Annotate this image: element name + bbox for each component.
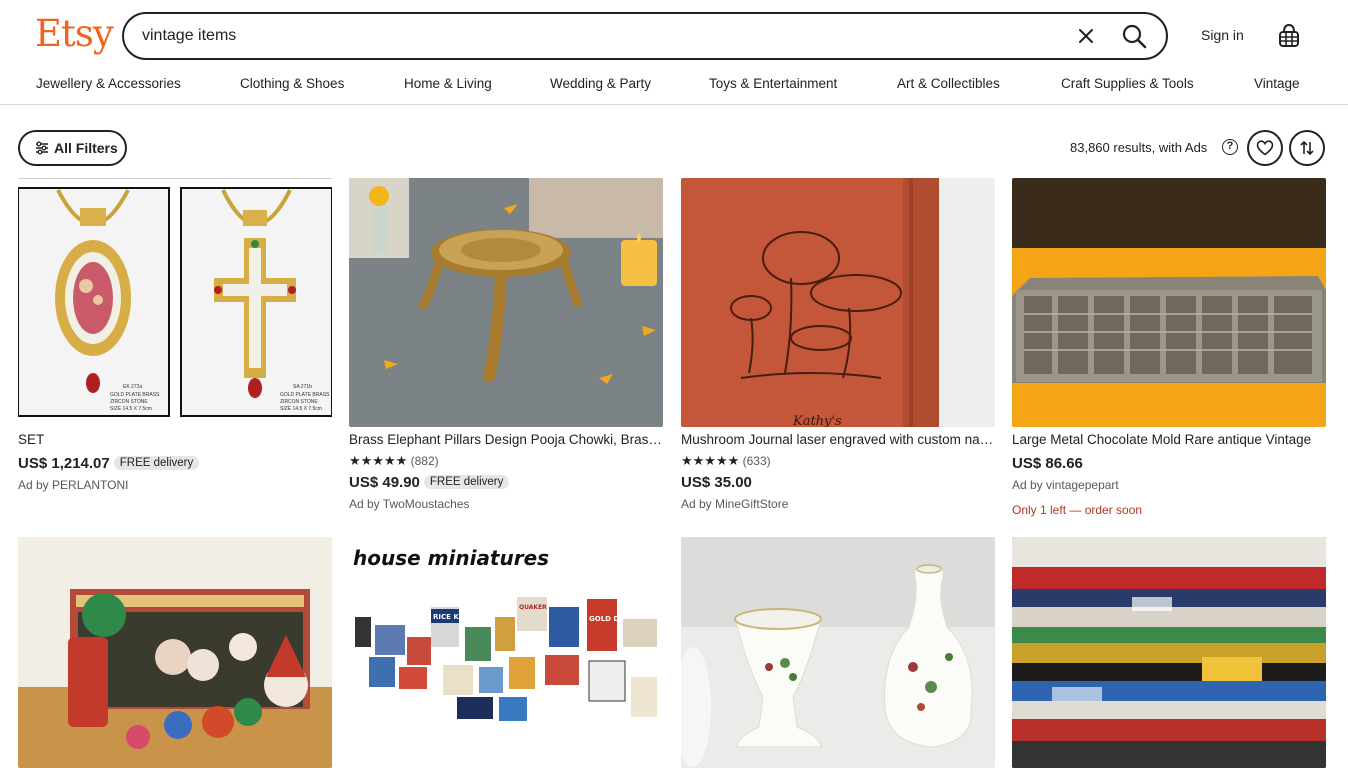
listing-card[interactable]: Large Metal Chocolate Mold Rare antique … xyxy=(1012,178,1326,518)
miniatures-caption: house miniatures xyxy=(353,546,549,570)
svg-text:ZIRCON STONE: ZIRCON STONE xyxy=(280,399,318,405)
listing-card[interactable]: Kathy's Mushroom Journal laser engraved … xyxy=(681,178,995,518)
stock-warning: Only 1 left — order soon xyxy=(1012,503,1143,517)
search-bar[interactable] xyxy=(122,12,1168,60)
category-nav: Jewellery & Accessories Clothing & Shoes… xyxy=(0,76,1348,98)
ad-by-shop[interactable]: Ad by MineGiftStore xyxy=(681,497,788,511)
listing-price: US$ 1,214.07 xyxy=(18,455,110,472)
site-header: Etsy Sign in Jewellery & Accessories Clo… xyxy=(0,0,1348,105)
listing-card[interactable]: house miniatures RICE KRISPIES QUAKER GO… xyxy=(349,537,663,768)
basket-icon[interactable] xyxy=(1277,23,1301,49)
box-label-quaker: QUAKER xyxy=(519,604,547,611)
listing-rating: ★★★★★ (633) xyxy=(681,453,771,469)
results-count: 83,860 results, with Ads xyxy=(1070,140,1208,155)
listing-image[interactable] xyxy=(681,537,995,768)
svg-text:Kathy's: Kathy's xyxy=(792,414,842,427)
help-icon[interactable]: ? xyxy=(1222,139,1238,155)
listing-card[interactable] xyxy=(681,537,995,768)
price-row: US$ 35.00 xyxy=(681,474,752,492)
sort-button[interactable] xyxy=(1289,130,1325,166)
category-link[interactable]: Craft Supplies & Tools xyxy=(1061,76,1194,91)
listing-image[interactable] xyxy=(349,178,663,427)
svg-text:EK 272a: EK 272a xyxy=(123,384,142,390)
price-row: US$ 1,214.07 FREE delivery xyxy=(18,455,200,473)
listing-image[interactable] xyxy=(1012,178,1326,427)
svg-text:GOLD PLATE BRASS: GOLD PLATE BRASS xyxy=(280,392,330,398)
price-row: US$ 49.90 FREE delivery xyxy=(349,474,510,492)
ad-by-shop[interactable]: Ad by PERLANTONI xyxy=(18,478,128,492)
svg-text:SA 271b: SA 271b xyxy=(293,384,312,390)
listing-card[interactable]: Brass Elephant Pillars Design Pooja Chow… xyxy=(349,178,663,518)
listing-title[interactable]: SET xyxy=(18,432,332,447)
all-filters-button[interactable]: All Filters xyxy=(18,130,127,166)
category-link[interactable]: Toys & Entertainment xyxy=(709,76,837,91)
favorite-search-button[interactable] xyxy=(1247,130,1283,166)
listing-image[interactable]: house miniatures RICE KRISPIES QUAKER GO… xyxy=(349,537,663,768)
free-delivery-badge: FREE delivery xyxy=(423,475,510,489)
category-link[interactable]: Jewellery & Accessories xyxy=(36,76,181,91)
filter-sliders-icon xyxy=(36,141,48,155)
category-link[interactable]: Art & Collectibles xyxy=(897,76,1000,91)
listing-image[interactable] xyxy=(18,537,332,768)
review-count: (633) xyxy=(742,454,771,468)
listing-title[interactable]: Large Metal Chocolate Mold Rare antique … xyxy=(1012,432,1326,447)
star-rating-icon: ★★★★★ xyxy=(681,453,740,468)
listing-image[interactable]: Kathy's xyxy=(681,178,995,427)
heart-icon xyxy=(1256,140,1274,156)
listing-card[interactable] xyxy=(1012,537,1326,768)
category-link[interactable]: Vintage xyxy=(1254,76,1300,91)
category-link[interactable]: Clothing & Shoes xyxy=(240,76,344,91)
ad-by-shop[interactable]: Ad by vintagepepart xyxy=(1012,478,1119,492)
listing-image[interactable]: EK 272a GOLD PLATE BRASS ZIRCON STONE SI… xyxy=(18,178,332,427)
all-filters-label: All Filters xyxy=(54,140,118,156)
category-link[interactable]: Home & Living xyxy=(404,76,492,91)
svg-text:GOLD PLATE BRASS: GOLD PLATE BRASS xyxy=(110,392,160,398)
listing-price: US$ 86.66 xyxy=(1012,455,1083,472)
listing-title[interactable]: Mushroom Journal laser engraved with cus… xyxy=(681,432,995,447)
sort-arrows-icon xyxy=(1300,140,1314,156)
star-rating-icon: ★★★★★ xyxy=(349,453,408,468)
sign-in-link[interactable]: Sign in xyxy=(1201,27,1244,43)
listing-card[interactable] xyxy=(18,537,332,768)
listing-title[interactable]: Brass Elephant Pillars Design Pooja Chow… xyxy=(349,432,663,447)
review-count: (882) xyxy=(410,454,439,468)
ad-by-shop[interactable]: Ad by TwoMoustaches xyxy=(349,497,470,511)
listing-card[interactable]: EK 272a GOLD PLATE BRASS ZIRCON STONE SI… xyxy=(18,178,332,518)
svg-text:SIZE 14.5 X 7.5cm: SIZE 14.5 X 7.5cm xyxy=(280,406,322,412)
box-label-rice: RICE KRISPIES xyxy=(433,613,489,621)
search-input[interactable] xyxy=(142,23,1042,49)
listing-price: US$ 35.00 xyxy=(681,474,752,491)
search-icon[interactable] xyxy=(1120,22,1148,50)
category-link[interactable]: Wedding & Party xyxy=(550,76,651,91)
listing-rating: ★★★★★ (882) xyxy=(349,453,439,469)
svg-text:ZIRCON STONE: ZIRCON STONE xyxy=(110,399,148,405)
price-row: US$ 86.66 xyxy=(1012,455,1083,473)
listing-price: US$ 49.90 xyxy=(349,474,420,491)
free-delivery-badge: FREE delivery xyxy=(113,456,200,470)
close-icon[interactable] xyxy=(1074,24,1098,48)
etsy-logo[interactable]: Etsy xyxy=(35,12,114,55)
listing-image[interactable] xyxy=(1012,537,1326,768)
svg-text:SIZE 14.5 X 7.5cm: SIZE 14.5 X 7.5cm xyxy=(110,406,152,412)
